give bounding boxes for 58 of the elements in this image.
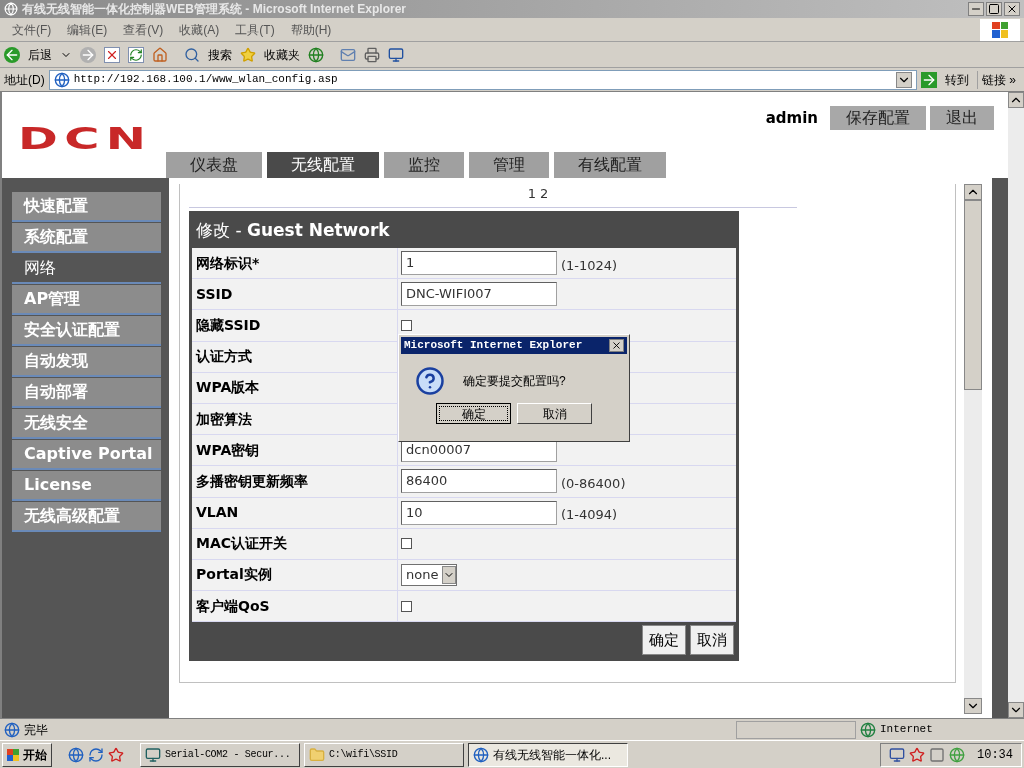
header-button[interactable]: 保存配置 (830, 106, 926, 130)
range-hint: (1-4094) (561, 506, 618, 525)
field-label: 加密算法 (196, 409, 252, 429)
address-field[interactable]: http://192.168.100.1/www_wlan_config.asp (48, 69, 917, 90)
back-button[interactable]: 后退 (28, 45, 52, 64)
nav-tab[interactable]: 无线配置 (267, 152, 379, 178)
select-dropdown[interactable]: none (401, 563, 458, 586)
field-label: MAC认证开关 (196, 534, 288, 554)
logo: DCN (18, 124, 153, 154)
dialog-title: Microsoft Internet Explorer (404, 338, 583, 354)
clock: 10:34 (977, 746, 1013, 764)
nav-tab[interactable]: 仪表盘 (166, 152, 262, 178)
field-label: Portal实例 (196, 565, 272, 585)
start-button[interactable]: 开始 (2, 742, 52, 767)
favorites-button[interactable]: 收藏夹 (264, 45, 300, 64)
menu-item[interactable]: 收藏(A) (171, 20, 228, 39)
dialog-message: 确定要提交配置吗? (463, 373, 566, 390)
menu-item[interactable]: 文件(F) (4, 20, 60, 39)
form-button[interactable]: 确定 (642, 625, 686, 656)
task-button[interactable]: Serial-COM2 - Secur... (140, 742, 300, 767)
go-button[interactable]: 转到 (941, 70, 973, 89)
links-button[interactable]: 链接 » (977, 70, 1020, 89)
pagination[interactable]: 1 2 (437, 184, 549, 207)
task-button[interactable]: C:\wifi\SSID (304, 742, 464, 767)
task-button[interactable]: 有线无线智能一体化... (468, 742, 628, 767)
field-label: VLAN (196, 503, 239, 523)
nav-tab[interactable]: 管理 (469, 152, 549, 178)
form-button[interactable]: 取消 (690, 625, 734, 656)
field-label: 网络标识* (196, 253, 260, 273)
status-text: 完毕 (24, 721, 49, 739)
search-button[interactable]: 搜索 (208, 45, 232, 64)
field-label: 隐藏SSID (196, 315, 261, 335)
text-field[interactable]: 1 (401, 251, 557, 276)
dialog-button[interactable]: 确定 (436, 403, 511, 424)
field-label: SSID (196, 284, 233, 304)
address-label: 地址(D) (4, 71, 45, 89)
nav-tab[interactable]: 有线配置 (554, 152, 666, 178)
field-label: 认证方式 (196, 347, 252, 367)
text-field[interactable]: 86400 (401, 469, 557, 494)
range-hint: (0-86400) (561, 474, 626, 493)
nav-tab[interactable]: 监控 (384, 152, 464, 178)
menu-item[interactable]: 查看(V) (115, 20, 172, 39)
menu-item[interactable]: 工具(T) (227, 20, 283, 39)
field-label: WPA版本 (196, 378, 260, 398)
zone-text: Internet (880, 722, 934, 738)
field-label: 客户端QoS (196, 596, 270, 616)
menu-item[interactable]: 帮助(H) (282, 20, 340, 39)
dialog-button[interactable]: 取消 (517, 403, 592, 424)
field-label: WPA密钥 (196, 440, 260, 460)
menu-item[interactable]: 编辑(E) (59, 20, 116, 39)
header-button[interactable]: 退出 (930, 106, 994, 130)
field-label: 多播密钥更新频率 (196, 471, 308, 491)
range-hint: (1-1024) (561, 256, 618, 275)
form-title: 修改 - Guest Network (195, 219, 391, 243)
text-field[interactable]: DNC-WIFI007 (401, 282, 557, 307)
text-field[interactable]: 10 (401, 500, 557, 525)
window-title: 有线无线智能一体化控制器WEB管理系统 - Microsoft Internet Explorer (22, 1, 408, 18)
user-name: admin (765, 107, 818, 129)
